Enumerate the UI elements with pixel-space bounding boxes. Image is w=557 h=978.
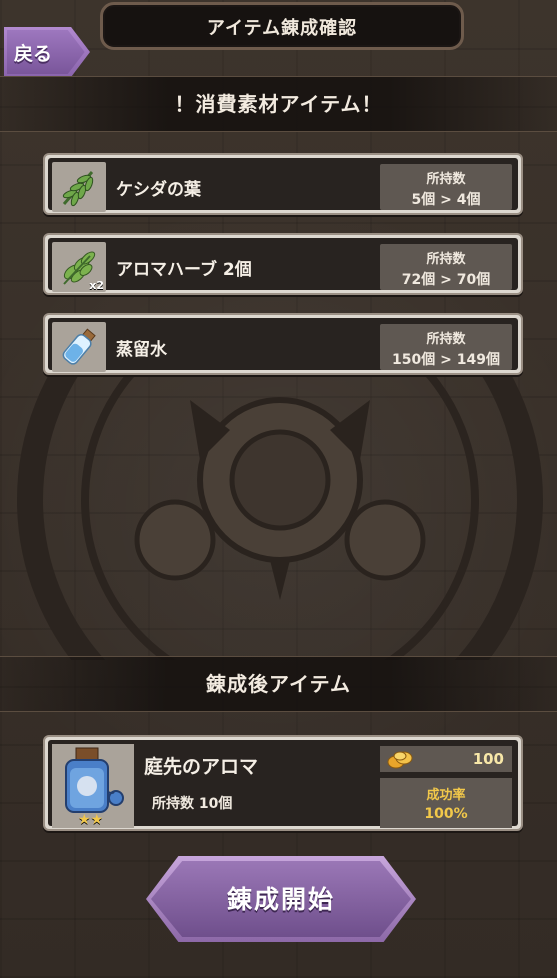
stock-change: 72個 > 70個: [401, 272, 491, 288]
page-title: アイテム錬成確認: [206, 18, 358, 39]
material-stock-box: 所持数 72個 > 70個: [380, 244, 512, 290]
material-row: 蒸留水 所持数 150個 > 149個: [43, 313, 523, 375]
materials-section-title: ！消費素材アイテム！: [174, 92, 383, 116]
stock-change: 150個 > 149個: [392, 352, 500, 368]
material-row: x2 アロマハーブ 2個 所持数 72個 > 70個: [43, 233, 523, 295]
material-quantity-tag: x2: [89, 279, 104, 292]
material-name: アロマハーブ 2個: [116, 260, 252, 280]
aroma-bottle-icon: ★★: [52, 744, 134, 828]
cost-box: 100: [380, 746, 512, 772]
stock-change: 5個 > 4個: [411, 192, 481, 208]
start-crafting-button[interactable]: 錬成開始: [146, 856, 416, 942]
material-name: 蒸留水: [116, 340, 167, 360]
start-crafting-label: 錬成開始: [226, 885, 335, 914]
cost-value: 100: [472, 750, 504, 768]
material-stock-box: 所持数 150個 > 149個: [380, 324, 512, 370]
result-section-title: 錬成後アイテム: [206, 672, 351, 696]
result-item-name: 庭先のアロマ: [144, 756, 259, 778]
back-button-label: 戻る: [14, 43, 53, 65]
stock-label: 所持数: [426, 172, 466, 187]
success-rate-label: 成功率: [426, 788, 466, 803]
success-rate-box: 成功率 100%: [380, 778, 512, 828]
stock-label: 所持数: [426, 252, 466, 267]
result-section-header: 錬成後アイテム: [0, 656, 557, 712]
water-vial-icon: [52, 322, 106, 372]
magic-circle-decoration: [17, 360, 543, 660]
material-name: ケシダの葉: [116, 180, 201, 200]
success-rate-value: 100%: [424, 806, 468, 822]
title-bar: アイテム錬成確認: [100, 2, 464, 50]
materials-section-header: ！消費素材アイテム！: [0, 76, 557, 132]
material-stock-box: 所持数 5個 > 4個: [380, 164, 512, 210]
rarity-stars: ★★: [78, 812, 104, 828]
gold-coins-icon: [386, 748, 416, 774]
leaf-icon: [52, 162, 106, 212]
result-item-owned: 所持数 10個: [152, 796, 233, 812]
material-row: ケシダの葉 所持数 5個 > 4個: [43, 153, 523, 215]
herb-icon: x2: [52, 242, 106, 292]
stock-label: 所持数: [426, 332, 466, 347]
result-item-card: ★★ 庭先のアロマ 所持数 10個 100 成功率 100%: [43, 735, 523, 831]
